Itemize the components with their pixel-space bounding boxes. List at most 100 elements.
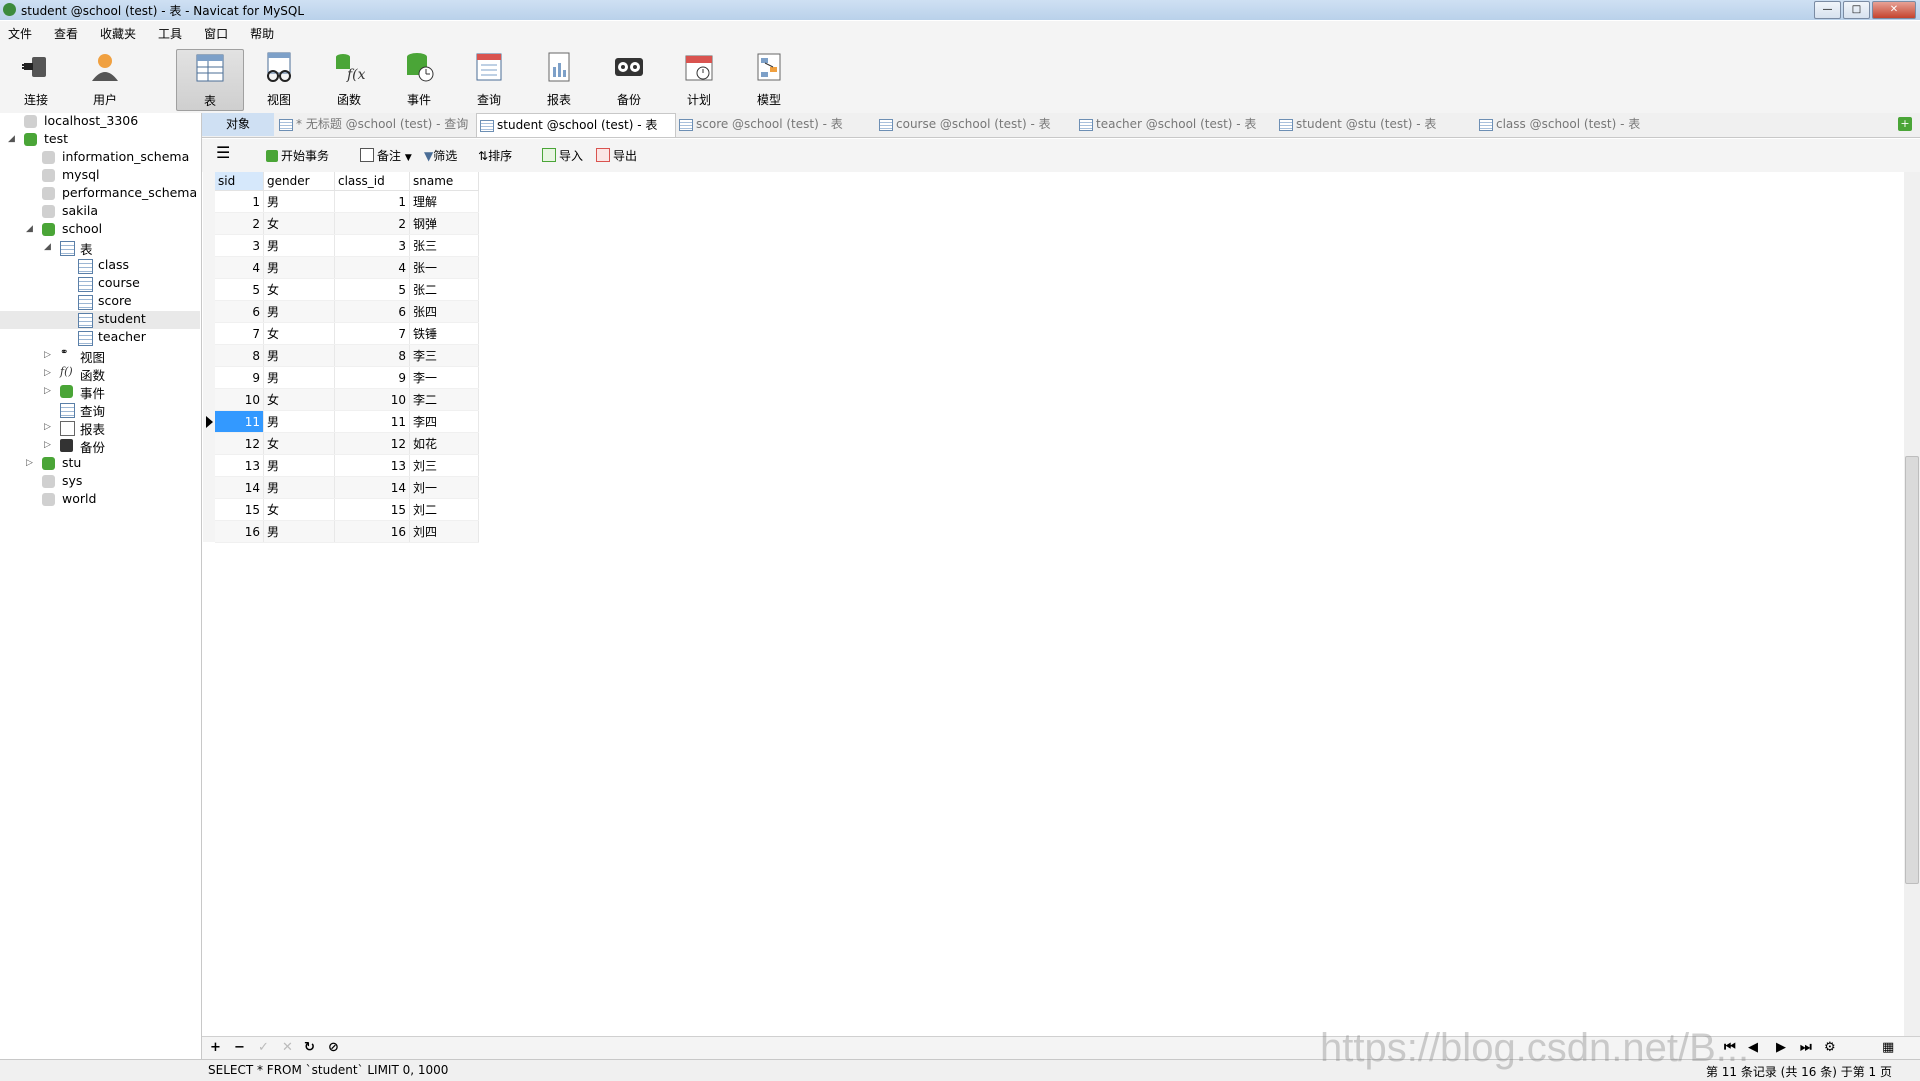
- table-row[interactable]: 2 女 2 钢弹: [215, 212, 479, 235]
- table-row[interactable]: 5 女 5 张二: [215, 278, 479, 301]
- cell-class-id[interactable]: 15: [334, 498, 410, 521]
- tab-objects[interactable]: 对象: [202, 113, 274, 136]
- filter-button[interactable]: ▼筛选: [424, 147, 457, 164]
- cell-gender[interactable]: 女: [263, 322, 335, 345]
- tab-score-school[interactable]: score @school (test) - 表: [676, 113, 874, 136]
- close-button[interactable]: ✕: [1872, 1, 1916, 19]
- table-row[interactable]: 9 男 9 李一: [215, 366, 479, 389]
- collapsed-arrow-icon[interactable]: ▷: [44, 386, 51, 396]
- cell-sid[interactable]: 14: [215, 476, 264, 499]
- table-row[interactable]: 10 女 10 李二: [215, 388, 479, 411]
- last-page-icon[interactable]: ⏭: [1800, 1040, 1812, 1055]
- delete-record-button[interactable]: −: [234, 1040, 245, 1055]
- cell-class-id[interactable]: 1: [334, 190, 410, 213]
- collapsed-arrow-icon[interactable]: ▷: [26, 458, 33, 468]
- menu-help[interactable]: 帮助: [242, 21, 274, 43]
- cell-sname[interactable]: 钢弹: [409, 212, 479, 235]
- grid-view-icon[interactable]: ▦: [1882, 1040, 1894, 1055]
- cell-class-id[interactable]: 11: [334, 410, 410, 433]
- collapsed-arrow-icon[interactable]: ▷: [44, 350, 51, 360]
- discard-changes-button[interactable]: ✕: [282, 1040, 293, 1055]
- cell-sname[interactable]: 理解: [409, 190, 479, 213]
- cell-sname[interactable]: 刘四: [409, 520, 479, 543]
- toolbar-connection-button[interactable]: 连接: [3, 49, 69, 109]
- begin-transaction-button[interactable]: 开始事务: [266, 147, 329, 164]
- cell-gender[interactable]: 女: [263, 498, 335, 521]
- cell-sname[interactable]: 刘一: [409, 476, 479, 499]
- sort-button[interactable]: ⇅排序: [478, 147, 512, 164]
- export-button[interactable]: 导出: [596, 147, 637, 164]
- cell-sid[interactable]: 12: [215, 432, 264, 455]
- cell-sid[interactable]: 5: [215, 278, 264, 301]
- cell-class-id[interactable]: 3: [334, 234, 410, 257]
- menu-file[interactable]: 文件: [0, 21, 32, 43]
- expanded-arrow-icon[interactable]: ◢: [26, 224, 33, 234]
- cell-sid[interactable]: 16: [215, 520, 264, 543]
- cell-gender[interactable]: 女: [263, 388, 335, 411]
- apply-changes-button[interactable]: ✓: [258, 1040, 269, 1055]
- column-header-sname[interactable]: sname: [409, 172, 479, 191]
- note-button[interactable]: 备注 ▼: [360, 147, 412, 164]
- import-button[interactable]: 导入: [542, 147, 583, 164]
- settings-gear-icon[interactable]: ⚙: [1824, 1040, 1836, 1055]
- cell-gender[interactable]: 男: [263, 344, 335, 367]
- cell-gender[interactable]: 男: [263, 520, 335, 543]
- cell-class-id[interactable]: 9: [334, 366, 410, 389]
- tab-course-school[interactable]: course @school (test) - 表: [876, 113, 1074, 136]
- collapsed-arrow-icon[interactable]: ▷: [44, 440, 51, 450]
- cell-sname[interactable]: 张三: [409, 234, 479, 257]
- toolbar-function-button[interactable]: f(x) 函数: [316, 49, 382, 109]
- cell-sid[interactable]: 8: [215, 344, 264, 367]
- hamburger-menu-icon[interactable]: ☰: [216, 143, 230, 162]
- cell-sname[interactable]: 李三: [409, 344, 479, 367]
- table-row[interactable]: 15 女 15 刘二: [215, 498, 479, 521]
- expanded-arrow-icon[interactable]: ◢: [8, 134, 15, 144]
- cell-sid[interactable]: 3: [215, 234, 264, 257]
- toolbar-backup-button[interactable]: 备份: [596, 49, 662, 109]
- toolbar-model-button[interactable]: 模型: [736, 49, 802, 109]
- previous-page-icon[interactable]: ◀: [1748, 1040, 1758, 1055]
- cell-class-id[interactable]: 13: [334, 454, 410, 477]
- tab-class-school[interactable]: class @school (test) - 表: [1476, 113, 1674, 136]
- scrollbar-thumb[interactable]: [1905, 456, 1919, 884]
- cell-sid[interactable]: 1: [215, 190, 264, 213]
- cell-gender[interactable]: 男: [263, 454, 335, 477]
- cell-sname[interactable]: 李四: [409, 410, 479, 433]
- cell-class-id[interactable]: 8: [334, 344, 410, 367]
- maximize-button[interactable]: □: [1843, 1, 1870, 19]
- new-tab-icon[interactable]: +: [1898, 117, 1912, 131]
- cell-sid[interactable]: 11: [215, 410, 264, 433]
- collapsed-arrow-icon[interactable]: ▷: [44, 368, 51, 378]
- toolbar-user-button[interactable]: 用户: [72, 49, 138, 109]
- expanded-arrow-icon[interactable]: ◢: [44, 242, 51, 252]
- cell-sname[interactable]: 张一: [409, 256, 479, 279]
- cell-class-id[interactable]: 16: [334, 520, 410, 543]
- cell-sid[interactable]: 15: [215, 498, 264, 521]
- cell-sname[interactable]: 刘三: [409, 454, 479, 477]
- table-row[interactable]: 14 男 14 刘一: [215, 476, 479, 499]
- cell-gender[interactable]: 男: [263, 234, 335, 257]
- toolbar-schedule-button[interactable]: 计划: [666, 49, 732, 109]
- add-record-button[interactable]: +: [210, 1040, 221, 1055]
- column-header-class-id[interactable]: class_id: [334, 172, 410, 191]
- refresh-icon[interactable]: ↻: [304, 1040, 315, 1055]
- cell-sid[interactable]: 7: [215, 322, 264, 345]
- cell-sname[interactable]: 李一: [409, 366, 479, 389]
- cell-sname[interactable]: 刘二: [409, 498, 479, 521]
- menu-window[interactable]: 窗口: [196, 21, 228, 43]
- cell-sid[interactable]: 4: [215, 256, 264, 279]
- table-row[interactable]: 8 男 8 李三: [215, 344, 479, 367]
- table-row[interactable]: 4 男 4 张一: [215, 256, 479, 279]
- table-row[interactable]: 12 女 12 如花: [215, 432, 479, 455]
- tree-node-table-selected[interactable]: student: [0, 311, 200, 329]
- toolbar-event-button[interactable]: 事件: [386, 49, 452, 109]
- minimize-button[interactable]: —: [1814, 1, 1841, 19]
- toolbar-report-button[interactable]: 报表: [526, 49, 592, 109]
- stop-icon[interactable]: ⊘: [328, 1040, 339, 1055]
- cell-gender[interactable]: 女: [263, 432, 335, 455]
- cell-class-id[interactable]: 10: [334, 388, 410, 411]
- cell-sname[interactable]: 张四: [409, 300, 479, 323]
- cell-sid[interactable]: 10: [215, 388, 264, 411]
- cell-sname[interactable]: 张二: [409, 278, 479, 301]
- toolbar-table-button[interactable]: 表: [176, 49, 244, 111]
